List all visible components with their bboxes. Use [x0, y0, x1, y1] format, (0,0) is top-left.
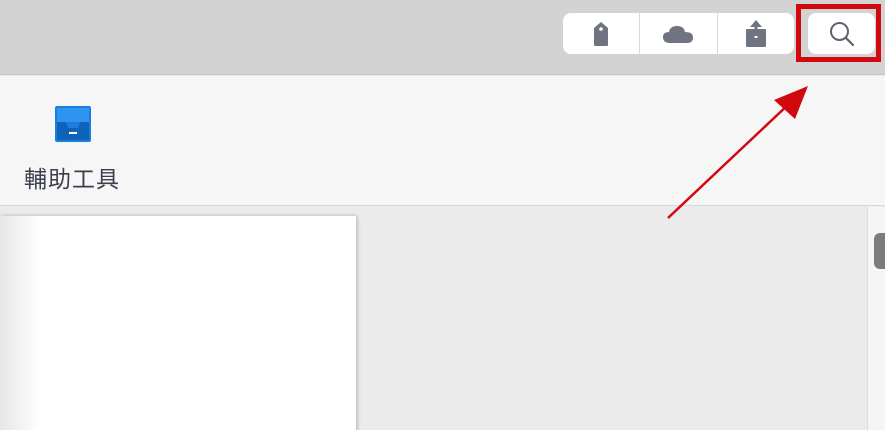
accessibility-tools-icon	[55, 106, 91, 142]
page-edge-shadow	[0, 216, 40, 430]
document-page[interactable]	[0, 216, 356, 430]
app-window: 輔助工具	[0, 0, 885, 430]
document-area	[0, 207, 885, 430]
search-icon	[829, 21, 854, 46]
ribbon-bar: 輔助工具	[0, 76, 885, 206]
share-button[interactable]	[718, 13, 794, 54]
tag-icon	[594, 21, 609, 46]
scrollbar-thumb[interactable]	[874, 233, 885, 269]
ribbon-item-label: 輔助工具	[24, 167, 120, 193]
toolbar-button-group	[563, 13, 794, 54]
tag-button[interactable]	[563, 13, 641, 54]
accessibility-tools-button[interactable]: 輔助工具	[24, 104, 124, 194]
cloud-button[interactable]	[640, 13, 718, 54]
cloud-icon	[663, 25, 694, 43]
share-icon	[745, 19, 766, 47]
top-toolbar	[0, 0, 885, 75]
search-button[interactable]	[808, 13, 875, 54]
